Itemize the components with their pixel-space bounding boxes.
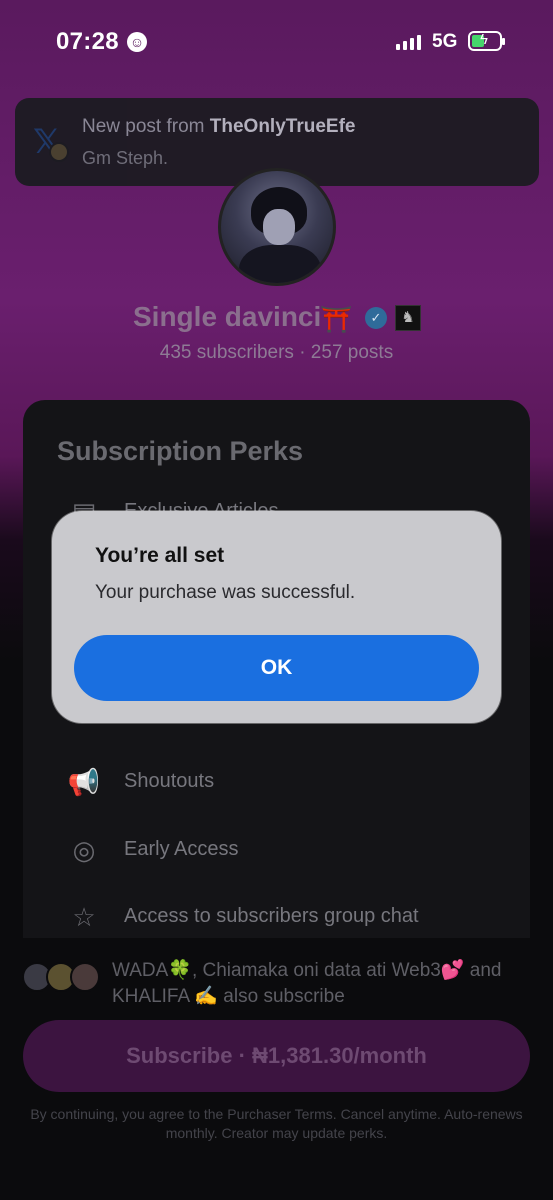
purchase-success-alert: You’re all set Your purchase was success…: [52, 511, 501, 723]
alert-title: You’re all set: [95, 544, 225, 567]
ok-button[interactable]: OK: [74, 635, 479, 701]
alert-message: Your purchase was successful.: [95, 582, 356, 603]
